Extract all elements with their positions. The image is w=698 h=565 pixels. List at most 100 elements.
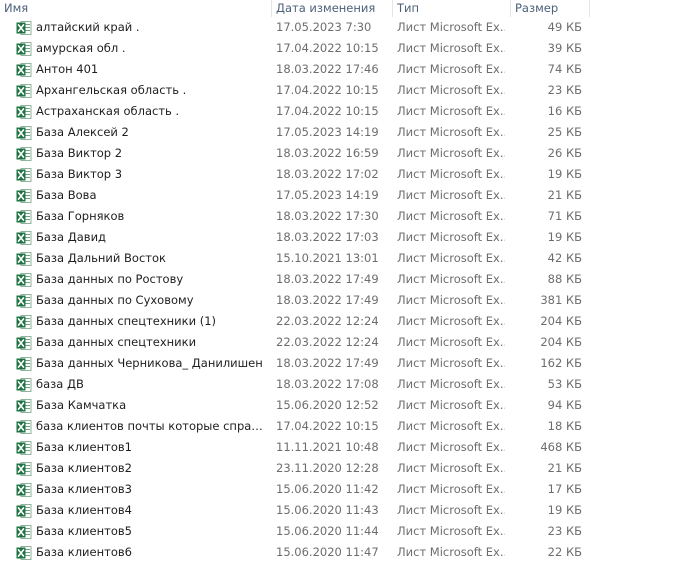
file-date-modified: 17.05.2023 14:19 xyxy=(276,188,379,202)
file-name: База Алексей 2 xyxy=(36,125,129,139)
file-size: 204 КБ xyxy=(540,335,582,349)
file-name: База клиентов6 xyxy=(36,545,132,559)
file-size: 39 КБ xyxy=(547,41,582,55)
file-row[interactable]: База клиентов2 23.11.2020 12:28 Лист Micro… xyxy=(0,458,698,479)
file-name: База Дальний Восток xyxy=(36,251,166,265)
file-row[interactable]: База клиентов4 15.06.2020 11:43 Лист Micro… xyxy=(0,500,698,521)
file-date-modified: 17.04.2022 10:15 xyxy=(276,83,379,97)
file-row[interactable]: база клиентов почты которые спраши... 17.… xyxy=(0,416,698,437)
file-type: Лист Microsoft Ex... xyxy=(397,356,505,370)
column-header-date[interactable]: Дата изменения xyxy=(272,0,393,17)
file-name: база клиентов почты которые спраши... xyxy=(36,419,268,433)
file-date-modified: 15.10.2021 13:01 xyxy=(276,251,379,265)
excel-file-icon xyxy=(16,545,32,561)
column-header-name[interactable]: Имя xyxy=(0,0,272,17)
file-row[interactable]: База клиентов5 15.06.2020 11:44 Лист Micro… xyxy=(0,521,698,542)
excel-file-icon xyxy=(16,293,32,309)
file-date-modified: 18.03.2022 17:46 xyxy=(276,62,379,76)
file-size: 53 КБ xyxy=(547,377,582,391)
file-size: 23 КБ xyxy=(547,83,582,97)
excel-file-icon xyxy=(16,272,32,288)
file-size: 204 КБ xyxy=(540,314,582,328)
file-name: База данных по Суховому xyxy=(36,293,194,307)
file-date-modified: 15.06.2020 11:44 xyxy=(276,524,379,538)
file-type: Лист Microsoft Ex... xyxy=(397,524,505,538)
column-header-size[interactable]: Размер xyxy=(511,0,590,17)
file-row[interactable]: амурская обл . 17.04.2022 10:15 Лист Micro… xyxy=(0,38,698,59)
file-name: База клиентов1 xyxy=(36,440,132,454)
excel-file-icon xyxy=(16,209,32,225)
excel-file-icon xyxy=(16,335,32,351)
file-type: Лист Microsoft Ex... xyxy=(397,41,505,55)
file-name: База Горняков xyxy=(36,209,125,223)
file-row[interactable]: База клиентов1 11.11.2021 10:48 Лист Micro… xyxy=(0,437,698,458)
file-type: Лист Microsoft Ex... xyxy=(397,167,505,181)
file-row[interactable]: База клиентов3 15.06.2020 11:42 Лист Micro… xyxy=(0,479,698,500)
file-size: 17 КБ xyxy=(547,482,582,496)
file-size: 19 КБ xyxy=(547,167,582,181)
file-row[interactable]: Астраханская область . 17.04.2022 10:15 Ли… xyxy=(0,101,698,122)
file-row[interactable]: База Горняков 18.03.2022 17:30 Лист Micros… xyxy=(0,206,698,227)
file-size: 18 КБ xyxy=(547,419,582,433)
column-header-type[interactable]: Тип xyxy=(393,0,511,17)
file-type: Лист Microsoft Ex... xyxy=(397,419,505,433)
file-size: 468 КБ xyxy=(540,440,582,454)
file-row[interactable]: База Вова 17.05.2023 14:19 Лист Microsoft … xyxy=(0,185,698,206)
file-size: 16 КБ xyxy=(547,104,582,118)
file-name: База данных спецтехники xyxy=(36,335,197,349)
file-row[interactable]: база ДВ 18.03.2022 17:08 Лист Microsoft Ex… xyxy=(0,374,698,395)
excel-file-icon xyxy=(16,62,32,78)
file-row[interactable]: База Алексей 2 17.05.2023 14:19 Лист Micro… xyxy=(0,122,698,143)
file-date-modified: 15.06.2020 11:47 xyxy=(276,545,379,559)
file-date-modified: 15.06.2020 12:52 xyxy=(276,398,379,412)
file-date-modified: 22.03.2022 12:24 xyxy=(276,314,379,328)
file-size: 162 КБ xyxy=(540,356,582,370)
file-row[interactable]: Антон 401 18.03.2022 17:46 Лист Microsoft … xyxy=(0,59,698,80)
file-type: Лист Microsoft Ex... xyxy=(397,272,505,286)
file-row[interactable]: База Давид 18.03.2022 17:03 Лист Microsoft… xyxy=(0,227,698,248)
excel-file-icon xyxy=(16,104,32,120)
excel-file-icon xyxy=(16,503,32,519)
excel-file-icon xyxy=(16,461,32,477)
file-row[interactable]: Архангельская область . 17.04.2022 10:15 Л… xyxy=(0,80,698,101)
file-size: 49 КБ xyxy=(547,20,582,34)
file-name: База Виктор 2 xyxy=(36,146,123,160)
file-row[interactable]: База данных Черникова_ Данилишен 18.03.20… xyxy=(0,353,698,374)
file-row[interactable]: База клиентов6 15.06.2020 11:47 Лист Micro… xyxy=(0,542,698,563)
file-row[interactable]: База данных спецтехники (1) 22.03.2022 12… xyxy=(0,311,698,332)
file-name: База клиентов5 xyxy=(36,524,132,538)
file-size: 19 КБ xyxy=(547,230,582,244)
file-name: База клиентов4 xyxy=(36,503,132,517)
file-size: 42 КБ xyxy=(547,251,582,265)
file-type: Лист Microsoft Ex... xyxy=(397,440,505,454)
excel-file-icon xyxy=(16,20,32,36)
file-name: База данных спецтехники (1) xyxy=(36,314,217,328)
file-row[interactable]: алтайский край . 17.05.2023 7:30 Лист Micr… xyxy=(0,17,698,38)
file-row[interactable]: База данных по Ростову 18.03.2022 17:49 Ли… xyxy=(0,269,698,290)
excel-file-icon xyxy=(16,251,32,267)
file-type: Лист Microsoft Ex... xyxy=(397,104,505,118)
file-size: 26 КБ xyxy=(547,146,582,160)
file-row[interactable]: База данных по Суховому 18.03.2022 17:49 Л… xyxy=(0,290,698,311)
file-size: 25 КБ xyxy=(547,125,582,139)
file-date-modified: 18.03.2022 17:03 xyxy=(276,230,379,244)
file-row[interactable]: База Камчатка 15.06.2020 12:52 Лист Micros… xyxy=(0,395,698,416)
file-row[interactable]: База Дальний Восток 15.10.2021 13:01 Лист … xyxy=(0,248,698,269)
file-size: 71 КБ xyxy=(547,209,582,223)
file-row[interactable]: База Виктор 2 18.03.2022 16:59 Лист Micros… xyxy=(0,143,698,164)
excel-file-icon xyxy=(16,377,32,393)
file-name: алтайский край . xyxy=(36,20,140,34)
file-type: Лист Microsoft Ex... xyxy=(397,125,505,139)
file-date-modified: 18.03.2022 17:02 xyxy=(276,167,379,181)
file-type: Лист Microsoft Ex... xyxy=(397,503,505,517)
file-name: База клиентов2 xyxy=(36,461,132,475)
file-date-modified: 15.06.2020 11:42 xyxy=(276,482,379,496)
file-type: Лист Microsoft Ex... xyxy=(397,398,505,412)
file-name: база ДВ xyxy=(36,377,84,391)
file-name: База Давид xyxy=(36,230,106,244)
excel-file-icon xyxy=(16,146,32,162)
excel-file-icon xyxy=(16,524,32,540)
file-row[interactable]: База данных спецтехники 22.03.2022 12:24 Л… xyxy=(0,332,698,353)
file-date-modified: 18.03.2022 17:49 xyxy=(276,356,379,370)
file-row[interactable]: База Виктор 3 18.03.2022 17:02 Лист Micros… xyxy=(0,164,698,185)
